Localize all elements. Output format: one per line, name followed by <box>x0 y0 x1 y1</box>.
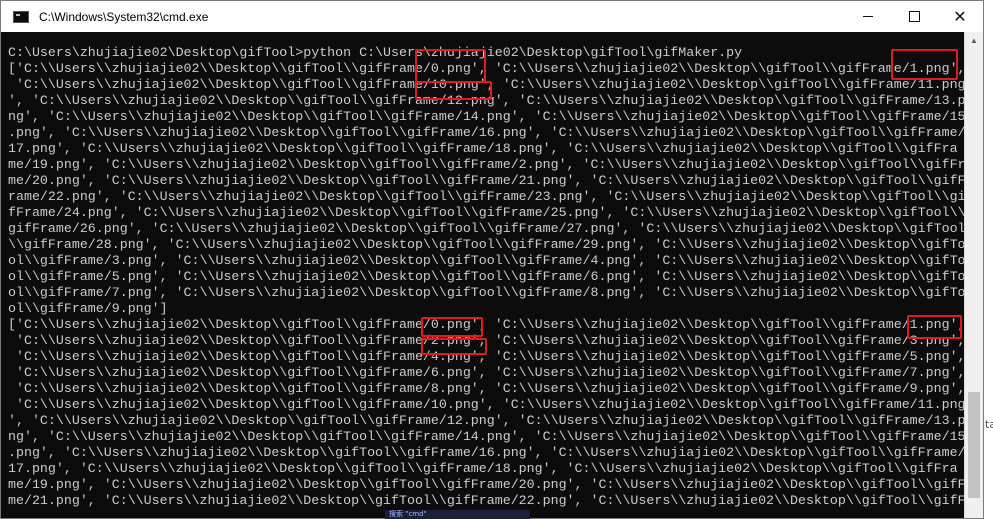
taskbar-search-preview: 搜索 "cmd" <box>385 510 530 519</box>
console-line: gifFrame/26.png', 'C:\\Users\\zhujiajie0… <box>8 221 965 236</box>
console-line: me/20.png', 'C:\\Users\\zhujiajie02\\Des… <box>8 173 965 188</box>
console-line: 'C:\\Users\\zhujiajie02\\Desktop\\gifToo… <box>8 381 965 396</box>
maximize-icon <box>908 11 920 22</box>
console-line: me/21.png', 'C:\\Users\\zhujiajie02\\Des… <box>8 493 965 508</box>
annotation-box <box>415 49 486 83</box>
background-text: ta <box>985 418 993 431</box>
title-bar[interactable]: C:\Windows\System32\cmd.exe ✕ <box>1 1 983 32</box>
console-line: ['C:\\Users\\zhujiajie02\\Desktop\\gifTo… <box>8 61 965 76</box>
console-line: 'C:\\Users\\zhujiajie02\\Desktop\\gifToo… <box>8 397 965 412</box>
console-line: me/19.png', 'C:\\Users\\zhujiajie02\\Des… <box>8 477 965 492</box>
minimize-icon <box>863 16 873 17</box>
vertical-scrollbar[interactable]: ▲ <box>964 32 983 518</box>
console-line: 17.png', 'C:\\Users\\zhujiajie02\\Deskto… <box>8 141 958 156</box>
console-line: ol\\gifFrame/3.png', 'C:\\Users\\zhujiaj… <box>8 253 965 268</box>
console-output[interactable]: C:\Users\zhujiajie02\Desktop\gifTool>pyt… <box>1 32 965 518</box>
annotation-box <box>907 315 962 339</box>
console-line: ol\\gifFrame/7.png', 'C:\\Users\\zhujiaj… <box>8 285 965 300</box>
console-line: ', 'C:\\Users\\zhujiajie02\\Desktop\\gif… <box>8 413 965 428</box>
scroll-up-icon[interactable]: ▲ <box>965 32 983 49</box>
console-line: .png', 'C:\\Users\\zhujiajie02\\Desktop\… <box>8 125 965 140</box>
cmd-icon <box>13 10 29 23</box>
console-line: ng', 'C:\\Users\\zhujiajie02\\Desktop\\g… <box>8 109 965 124</box>
console-line: 'C:\\Users\\zhujiajie02\\Desktop\\gifToo… <box>8 365 965 380</box>
close-icon: ✕ <box>953 7 967 26</box>
maximize-button[interactable] <box>891 1 937 32</box>
console-line: ol\\gifFrame/5.png', 'C:\\Users\\zhujiaj… <box>8 269 965 284</box>
console-line: ['C:\\Users\\zhujiajie02\\Desktop\\gifTo… <box>8 317 965 332</box>
console-line: me/19.png', 'C:\\Users\\zhujiajie02\\Des… <box>8 157 965 172</box>
annotation-box <box>421 317 483 337</box>
scroll-thumb[interactable] <box>968 392 980 498</box>
annotation-box <box>421 338 487 355</box>
background-window <box>984 0 993 519</box>
console-line: fFrame/24.png', 'C:\\Users\\zhujiajie02\… <box>8 205 965 220</box>
console-line: \\gifFrame/28.png', 'C:\\Users\\zhujiaji… <box>8 237 965 252</box>
console-line: ol\\gifFrame/9.png'] <box>8 301 168 316</box>
annotation-box <box>891 49 958 80</box>
close-button[interactable]: ✕ <box>937 1 983 32</box>
console-line: 17.png', 'C:\\Users\\zhujiajie02\\Deskto… <box>8 461 958 476</box>
console-line: ng', 'C:\\Users\\zhujiajie02\\Desktop\\g… <box>8 429 965 444</box>
minimize-button[interactable] <box>845 1 891 32</box>
console-line: rame/22.png', 'C:\\Users\\zhujiajie02\\D… <box>8 189 965 204</box>
annotation-box <box>415 81 492 100</box>
window-title: C:\Windows\System32\cmd.exe <box>39 9 209 24</box>
cmd-window: C:\Windows\System32\cmd.exe ✕ C:\Users\z… <box>0 0 984 519</box>
console-line: C:\Users\zhujiajie02\Desktop\gifTool>pyt… <box>8 45 743 60</box>
console-line: .png', 'C:\\Users\\zhujiajie02\\Desktop\… <box>8 445 965 460</box>
